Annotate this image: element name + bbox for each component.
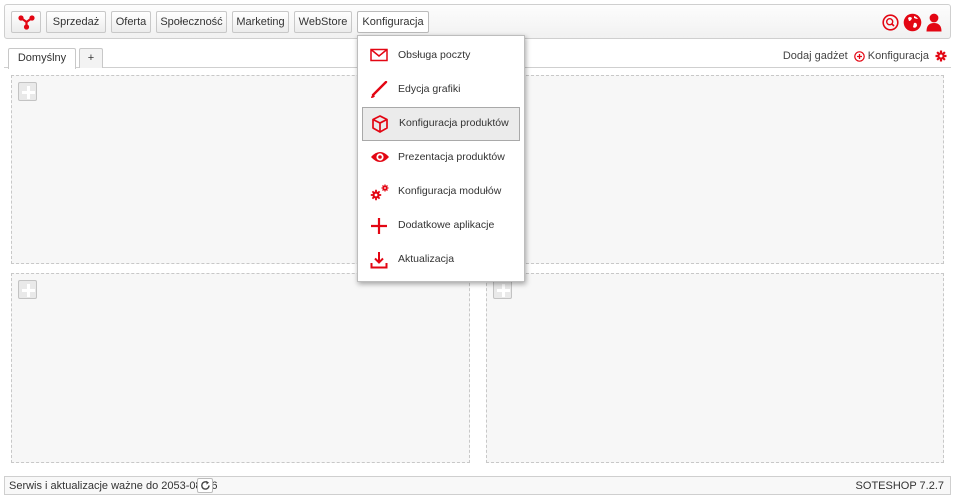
refresh-button[interactable] bbox=[197, 478, 213, 493]
eye-icon bbox=[371, 152, 389, 162]
menu-item-label: Edycja grafiki bbox=[398, 83, 461, 95]
gear-icon[interactable] bbox=[935, 50, 947, 62]
add-gadget-icon[interactable] bbox=[18, 280, 37, 299]
top-navigation-bar: Sprzedaż Oferta Społeczność Marketing We… bbox=[4, 4, 951, 39]
menu-item-aktualizacja[interactable]: Aktualizacja bbox=[362, 244, 520, 276]
gears-icon bbox=[370, 184, 389, 201]
version-label: SOTESHOP 7.2.7 bbox=[855, 480, 944, 492]
nav-sprzedaz[interactable]: Sprzedaż bbox=[46, 11, 106, 33]
add-gadget-icon[interactable] bbox=[493, 280, 512, 299]
menu-item-konfiguracja-modulow[interactable]: Konfiguracja modułów bbox=[362, 176, 520, 208]
nav-marketing[interactable]: Marketing bbox=[232, 11, 289, 33]
status-bar: Serwis i aktualizacje ważne do 2053-08-2… bbox=[4, 476, 951, 495]
tab-actions: Dodaj gadżet Konfiguracja bbox=[783, 50, 947, 62]
menu-item-obsluga-poczty[interactable]: Obsługa poczty bbox=[362, 40, 520, 72]
gadget-panel-bottom-left bbox=[11, 273, 470, 463]
logo-button[interactable] bbox=[11, 11, 41, 33]
nav-spolecznosc[interactable]: Społeczność bbox=[156, 11, 227, 33]
menu-item-konfiguracja-produktow[interactable]: Konfiguracja produktów bbox=[362, 107, 520, 141]
brush-icon bbox=[371, 81, 388, 98]
add-circle-icon[interactable] bbox=[853, 50, 865, 62]
license-status-text: Serwis i aktualizacje ważne do 2053-08-2… bbox=[9, 480, 218, 492]
gadget-panel-top-right bbox=[486, 75, 944, 264]
config-link[interactable]: Konfiguracja bbox=[868, 50, 929, 62]
menu-item-label: Prezentacja produktów bbox=[398, 151, 505, 163]
nav-konfiguracja[interactable]: Konfiguracja bbox=[357, 11, 429, 33]
plus-icon bbox=[371, 218, 387, 234]
nav-oferta[interactable]: Oferta bbox=[111, 11, 151, 33]
menu-item-label: Dodatkowe aplikacje bbox=[398, 219, 495, 231]
download-icon bbox=[370, 252, 388, 269]
search-icon[interactable] bbox=[882, 14, 899, 31]
menu-item-label: Konfiguracja produktów bbox=[399, 117, 509, 129]
menu-item-label: Aktualizacja bbox=[398, 253, 455, 265]
menu-item-prezentacja-produktow[interactable]: Prezentacja produktów bbox=[362, 142, 520, 174]
tab-domyslny[interactable]: Domyślny bbox=[8, 48, 76, 69]
menu-item-label: Konfiguracja modułów bbox=[398, 185, 502, 197]
gadget-panel-bottom-right bbox=[486, 273, 944, 463]
refresh-icon bbox=[201, 480, 210, 490]
user-icon[interactable] bbox=[926, 13, 942, 32]
menu-item-label: Obsługa poczty bbox=[398, 49, 471, 61]
globe-icon[interactable] bbox=[903, 13, 922, 32]
add-tab-button[interactable]: + bbox=[79, 48, 103, 68]
nav-webstore[interactable]: WebStore bbox=[294, 11, 352, 33]
add-gadget-link[interactable]: Dodaj gadżet bbox=[783, 50, 848, 62]
envelope-icon bbox=[370, 48, 388, 62]
add-gadget-icon[interactable] bbox=[18, 82, 37, 101]
box-icon bbox=[372, 115, 388, 133]
soteshop-logo-icon bbox=[18, 15, 35, 30]
top-right-icons bbox=[882, 13, 944, 33]
menu-item-edycja-grafiki[interactable]: Edycja grafiki bbox=[362, 74, 520, 106]
menu-item-dodatkowe-aplikacje[interactable]: Dodatkowe aplikacje bbox=[362, 210, 520, 242]
konfiguracja-dropdown-menu: Obsługa poczty Edycja grafiki Konfigurac… bbox=[357, 35, 525, 282]
